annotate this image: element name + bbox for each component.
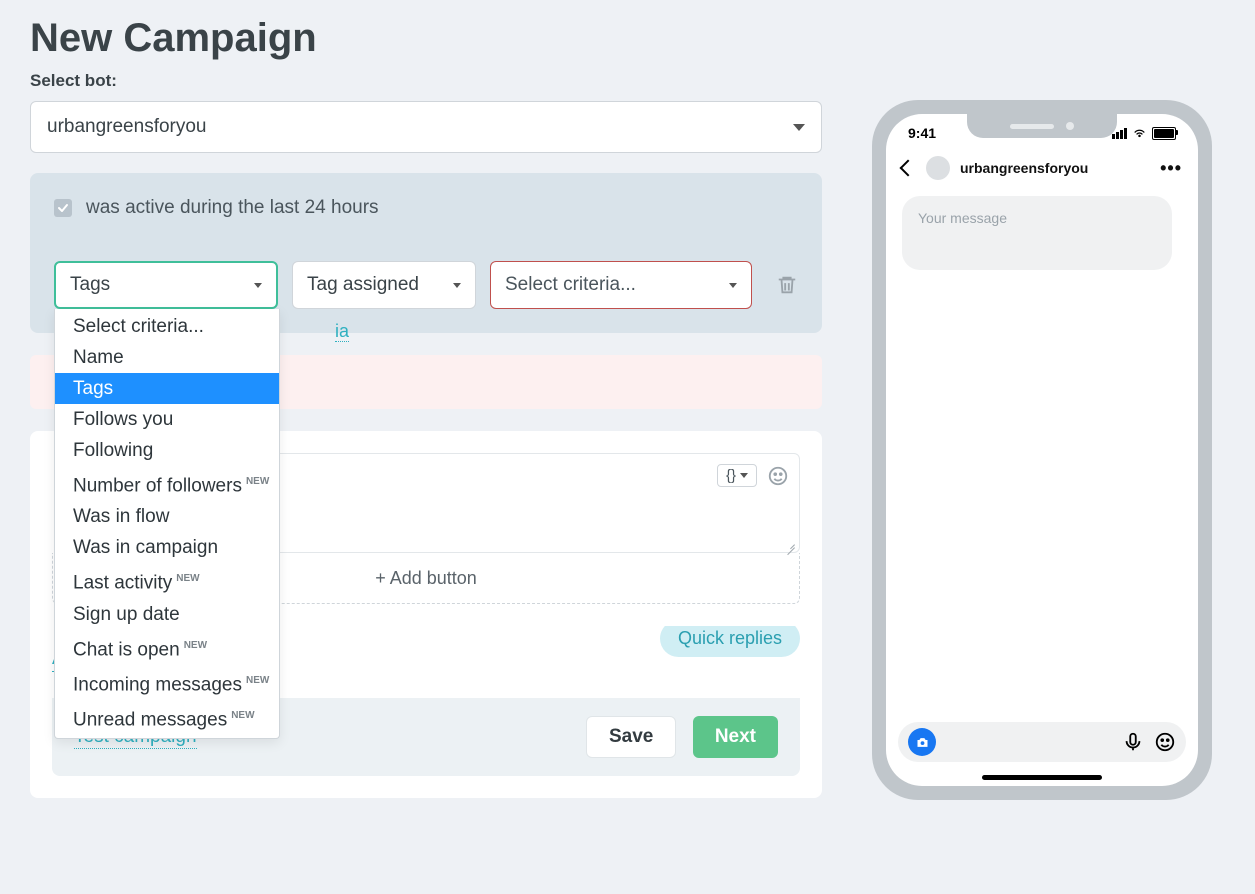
insert-variable-button[interactable]: {} bbox=[717, 464, 757, 487]
criteria-option[interactable]: Number of followersNEW bbox=[55, 466, 279, 501]
active-24h-checkbox-row[interactable]: was active during the last 24 hours bbox=[54, 197, 798, 219]
criteria-value-placeholder: Select criteria... bbox=[505, 274, 636, 296]
new-badge: NEW bbox=[176, 573, 199, 584]
camera-icon[interactable] bbox=[908, 728, 936, 756]
add-criteria-link-peek[interactable]: ia bbox=[335, 321, 349, 342]
criteria-dropdown: Select criteria...NameTagsFollows youFol… bbox=[54, 309, 280, 739]
save-button[interactable]: Save bbox=[586, 716, 676, 758]
phone-preview: 9:41 urbangreensforyou ••• bbox=[872, 100, 1212, 800]
message-textarea[interactable]: {} bbox=[272, 453, 800, 553]
criteria-type-value: Tags bbox=[70, 274, 110, 296]
braces-icon: {} bbox=[726, 467, 736, 484]
more-icon[interactable]: ••• bbox=[1160, 158, 1182, 179]
phone-notch bbox=[967, 114, 1117, 138]
new-badge: NEW bbox=[231, 710, 254, 721]
chevron-down-icon bbox=[793, 124, 805, 131]
battery-icon bbox=[1152, 127, 1176, 140]
emoji-icon[interactable] bbox=[1154, 731, 1176, 753]
new-badge: NEW bbox=[246, 675, 269, 686]
bot-select[interactable]: urbangreensforyou bbox=[30, 101, 822, 153]
criteria-row: Tags Tag assigned Select criteria... ia … bbox=[54, 261, 798, 309]
new-badge: NEW bbox=[184, 640, 207, 651]
select-bot-label: Select bot: bbox=[30, 71, 822, 91]
criteria-operator-select[interactable]: Tag assigned bbox=[292, 261, 476, 309]
chevron-down-icon bbox=[729, 283, 737, 288]
chevron-down-icon bbox=[254, 283, 262, 288]
add-button-label: + Add button bbox=[375, 568, 477, 589]
criteria-operator-value: Tag assigned bbox=[307, 274, 419, 296]
criteria-option[interactable]: Tags bbox=[55, 373, 279, 404]
criteria-value-select[interactable]: Select criteria... bbox=[490, 261, 752, 309]
trash-icon[interactable] bbox=[776, 274, 798, 296]
criteria-option[interactable]: Last activityNEW bbox=[55, 563, 279, 598]
chat-header: urbangreensforyou ••• bbox=[886, 142, 1198, 190]
active-24h-label: was active during the last 24 hours bbox=[86, 197, 379, 219]
new-badge: NEW bbox=[246, 476, 269, 487]
filter-panel: was active during the last 24 hours Tags… bbox=[30, 173, 822, 333]
microphone-icon[interactable] bbox=[1122, 731, 1144, 753]
message-bubble: Your message bbox=[902, 196, 1172, 270]
chevron-down-icon bbox=[453, 283, 461, 288]
criteria-option[interactable]: Incoming messagesNEW bbox=[55, 665, 279, 700]
page-title: New Campaign bbox=[30, 16, 822, 61]
phone-time: 9:41 bbox=[908, 125, 936, 141]
criteria-option[interactable]: Unread messagesNEW bbox=[55, 700, 279, 735]
quick-replies-chip[interactable]: Quick replies bbox=[660, 626, 800, 657]
avatar bbox=[926, 156, 950, 180]
criteria-option[interactable]: Was in campaign bbox=[55, 532, 279, 563]
criteria-option[interactable]: Follows you bbox=[55, 404, 279, 435]
home-indicator bbox=[982, 775, 1102, 780]
criteria-option[interactable]: Select criteria... bbox=[55, 311, 279, 342]
criteria-option[interactable]: Was in flow bbox=[55, 501, 279, 532]
checkbox-checked-icon bbox=[54, 199, 72, 217]
criteria-option[interactable]: Name bbox=[55, 342, 279, 373]
chat-username: urbangreensforyou bbox=[960, 160, 1160, 176]
bot-select-value: urbangreensforyou bbox=[47, 116, 207, 138]
message-bubble-text: Your message bbox=[918, 210, 1007, 226]
chat-input-bar bbox=[898, 722, 1186, 762]
resize-handle-icon[interactable] bbox=[785, 538, 795, 548]
emoji-icon[interactable] bbox=[767, 465, 789, 487]
next-button[interactable]: Next bbox=[693, 716, 778, 758]
back-icon[interactable] bbox=[900, 160, 917, 177]
criteria-option[interactable]: Following bbox=[55, 435, 279, 466]
criteria-option[interactable]: Chat is openNEW bbox=[55, 630, 279, 665]
chevron-down-icon bbox=[740, 473, 748, 478]
criteria-option[interactable]: Sign up date bbox=[55, 599, 279, 630]
criteria-type-select[interactable]: Tags bbox=[54, 261, 278, 309]
wifi-icon bbox=[1132, 124, 1147, 142]
